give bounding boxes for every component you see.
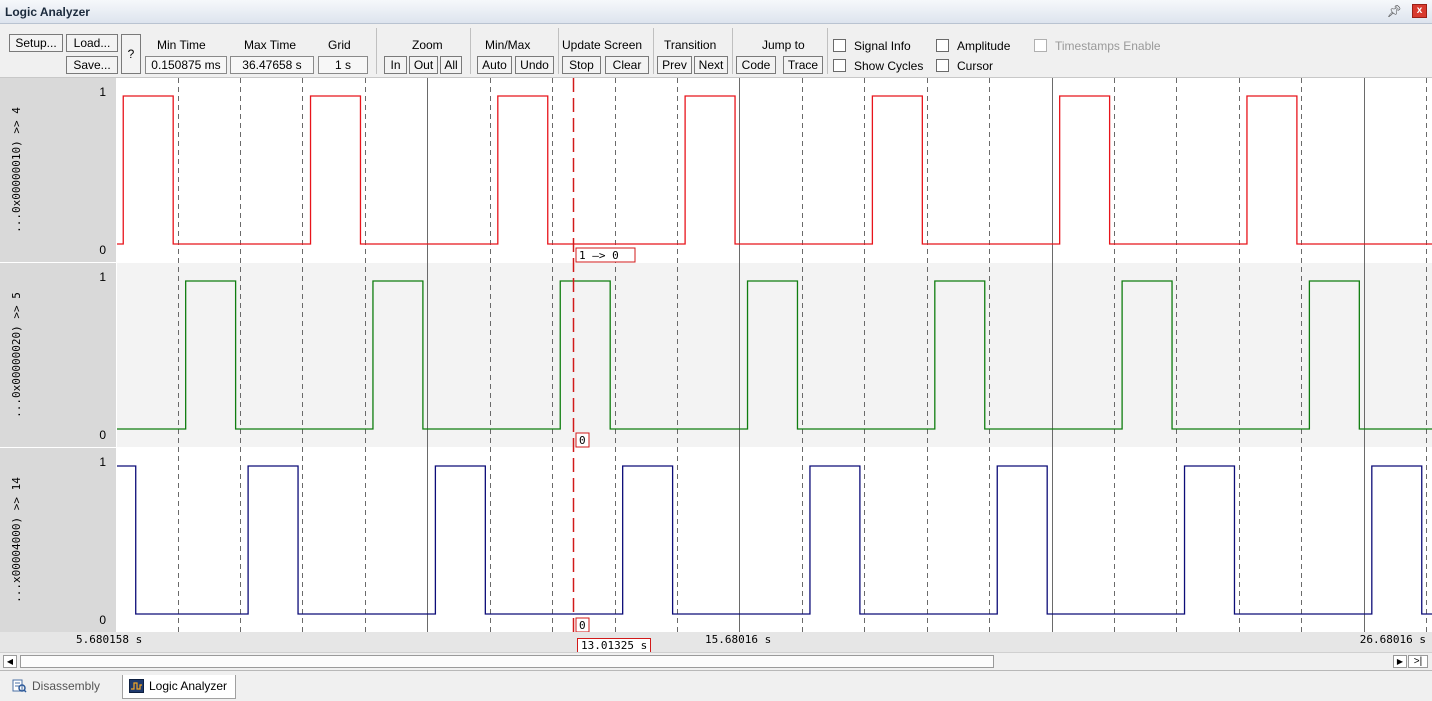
cursor-value-text: 0 [579,434,586,447]
cursor-value-annotation: 1 —> 0 [575,247,636,263]
minmax-label: Min/Max [485,38,531,52]
next-transition-button[interactable]: Next [694,56,728,74]
max-time-label: Max Time [244,38,297,52]
prev-transition-button[interactable]: Prev [657,56,692,74]
cursor-value-text: 0 [579,619,586,632]
separator [470,28,471,74]
jump-trace-button[interactable]: Trace [783,56,823,74]
separator [558,28,559,74]
signal-max-label: 1 [99,85,106,99]
separator [732,28,733,74]
min-time-label: Min Time [157,38,206,52]
undo-button[interactable]: Undo [515,56,554,74]
auto-button[interactable]: Auto [477,56,512,74]
separator [653,28,654,74]
amplitude-checkbox[interactable] [936,39,949,52]
title-bar: Logic Analyzer 📌︎ x [0,0,1432,24]
zoom-label: Zoom [412,38,443,52]
toolbar: Setup... Load... Save... ? Min Time 0.15… [0,24,1432,78]
signal-info-checkbox[interactable] [833,39,846,52]
cursor-checkbox[interactable] [936,59,949,72]
signal-min-label: 0 [99,428,106,442]
tab-logic-analyzer[interactable]: Logic Analyzer [122,675,237,699]
window-title: Logic Analyzer [5,5,90,19]
waveform-plot[interactable]: 1 0 ...0x00000010) >> 4 1 —> 0 1 0 ...0x000000… [0,78,1432,634]
jump-to-label: Jump to [762,38,805,52]
load-button[interactable]: Load... [66,34,118,52]
scroll-left-icon[interactable]: ◀ [3,655,17,668]
timestamps-label: Timestamps Enable [1055,39,1161,53]
setup-button[interactable]: Setup... [9,34,63,52]
time-right-label: 26.68016 s [1359,633,1426,646]
separator [376,28,377,74]
separator [827,28,828,74]
signal-info-label: Signal Info [854,39,911,53]
stop-button[interactable]: Stop [562,56,601,74]
logic-analyzer-icon [129,679,144,693]
grid-label: Grid [328,38,351,52]
scroll-thumb[interactable] [20,655,994,668]
zoom-in-button[interactable]: In [384,56,407,74]
cursor-value-annotation: 0 [575,432,590,448]
signal-max-label: 1 [99,270,106,284]
tab-bar: Disassembly Logic Analyzer [0,670,1432,701]
zoom-out-button[interactable]: Out [409,56,438,74]
scroll-end-icon[interactable]: >| [1408,655,1428,668]
close-icon[interactable]: x [1412,4,1427,18]
amplitude-label: Amplitude [957,39,1011,53]
cursor-value-text: 1 —> 0 [579,249,619,262]
signal-min-label: 0 [99,243,106,257]
cursor-time-label: 13.01325 s [577,638,652,653]
disassembly-icon [12,679,27,693]
cursor-value-annotation: 0 [575,617,590,633]
cursor-label: Cursor [957,59,994,73]
time-axis: 5.680158 s 13.01325 s 15.68016 s 26.6801… [0,632,1432,653]
signal-max-label: 1 [99,455,106,469]
row-highlight [117,263,1432,448]
jump-code-button[interactable]: Code [736,56,776,74]
tab-label: Disassembly [32,679,101,693]
tab-disassembly[interactable]: Disassembly [6,675,108,699]
signal-name-label[interactable]: ...x00004000) >> 14 [10,477,23,603]
min-time-value: 0.150875 ms [145,56,227,74]
max-time-value: 36.47658 s [230,56,314,74]
scroll-right-icon[interactable]: ▶ [1393,655,1407,668]
signal-min-label: 0 [99,613,106,627]
timestamps-checkbox [1034,39,1047,52]
signal-name-label[interactable]: ...0x00000010) >> 4 [10,107,23,233]
grid-value: 1 s [318,56,368,74]
zoom-all-button[interactable]: All [440,56,462,74]
update-screen-label: Update Screen [562,38,643,52]
horizontal-scrollbar[interactable]: ◀ ▶ >| [0,652,1432,669]
time-left-label: 5.680158 s [76,633,143,646]
pin-icon[interactable]: 📌︎ [1387,4,1402,18]
clear-button[interactable]: Clear [605,56,649,74]
show-cycles-checkbox[interactable] [833,59,846,72]
time-mid-label: 15.68016 s [705,633,772,646]
transition-label: Transition [664,38,717,52]
save-button[interactable]: Save... [66,56,118,74]
show-cycles-label: Show Cycles [854,59,924,73]
help-button[interactable]: ? [121,34,141,74]
signal-name-label[interactable]: ...0x00000020) >> 5 [10,292,23,418]
tab-label: Logic Analyzer [149,679,228,693]
